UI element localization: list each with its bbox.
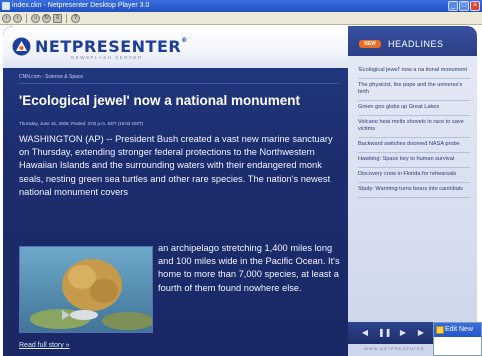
help-icon[interactable]: ?	[71, 13, 80, 23]
article-photo	[19, 246, 153, 333]
next-icon[interactable]: ▶	[416, 328, 426, 338]
close-button[interactable]: ×	[470, 1, 480, 11]
headline-item[interactable]: Study: Warming turns bears into cannibal…	[358, 183, 470, 198]
refresh-icon[interactable]: ↻	[42, 13, 51, 23]
headline-item[interactable]: Discovery crew in Florida for rehearsals	[358, 168, 470, 183]
settings-icon[interactable]: ≡	[53, 13, 62, 23]
headline-item[interactable]: Green goo globs up Great Lakes	[358, 101, 470, 116]
headlines-title: HEADLINES	[388, 39, 444, 49]
back-icon[interactable]: ‹	[2, 13, 11, 23]
pause-icon[interactable]: ❚❚	[378, 328, 391, 338]
headline-item[interactable]: 'Ecological jewel' now a na tional monum…	[358, 64, 470, 79]
section-divider	[19, 83, 339, 84]
home-icon[interactable]: ⌂	[31, 13, 40, 23]
window-controls: _ □ ×	[448, 1, 480, 11]
window-title: index.ckn - Netpresenter Desktop Player …	[12, 2, 150, 9]
article-lead: WASHINGTON (AP) -- President Bush create…	[19, 134, 333, 197]
toolbar: ‹ › ⌂ ↻ ≡ ?	[0, 12, 482, 25]
headline-item[interactable]: The physicist, the pope and the universe…	[358, 79, 470, 101]
article-headline: 'Ecological jewel' now a national monume…	[19, 93, 300, 108]
headline-item[interactable]: Hawking: Space key to human survival	[358, 153, 470, 168]
headline-item[interactable]: Volcano heat melts shovels in race to sa…	[358, 116, 470, 138]
player-frame: NETPRESENTER® NEWSFLASH SERVER CNN.com -…	[3, 26, 477, 356]
new-badge: NEW	[359, 40, 381, 48]
play-icon[interactable]: ▶	[398, 328, 408, 338]
section-label: CNN.com - Science & Space	[19, 74, 84, 80]
popup-title: Edit New	[445, 326, 474, 333]
brand-name: NETPRESENTER®	[35, 37, 188, 56]
headlines-list: 'Ecological jewel' now a na tional monum…	[358, 64, 470, 198]
forward-icon[interactable]: ›	[13, 13, 22, 23]
window-titlebar: index.ckn - Netpresenter Desktop Player …	[0, 0, 482, 12]
popup-titlebar[interactable]: Edit New	[434, 323, 481, 337]
toolbar-divider	[26, 13, 27, 23]
headlines-sidebar: NEW HEADLINES 'Ecological jewel' now a n…	[348, 26, 477, 356]
footer-url: WWW.NETPRESENTER	[364, 346, 425, 351]
headlines-header: NEW HEADLINES	[348, 26, 477, 56]
toolbar-divider	[66, 13, 67, 23]
brand-bar: NETPRESENTER® NEWSFLASH SERVER	[3, 26, 348, 68]
read-full-story-link[interactable]: Read full story »	[19, 342, 70, 349]
headline-item[interactable]: Backward switches doomed NASA probe	[358, 138, 470, 153]
edit-icon	[436, 326, 444, 334]
article-dateline: Thursday, June 15, 2006; Posted: 3:03 p.…	[19, 121, 144, 126]
netpresenter-logo-icon	[12, 37, 31, 56]
previous-icon[interactable]: ◀	[360, 328, 370, 338]
article-continuation: an archipelago stretching 1,400 miles lo…	[158, 243, 340, 293]
minimize-button[interactable]: _	[448, 1, 458, 11]
maximize-button[interactable]: □	[459, 1, 469, 11]
app-icon	[2, 2, 10, 10]
brand-tagline: NEWSFLASH SERVER	[71, 55, 143, 60]
edit-news-popup[interactable]: Edit New	[433, 322, 482, 356]
article-panel: NETPRESENTER® NEWSFLASH SERVER CNN.com -…	[3, 26, 348, 356]
